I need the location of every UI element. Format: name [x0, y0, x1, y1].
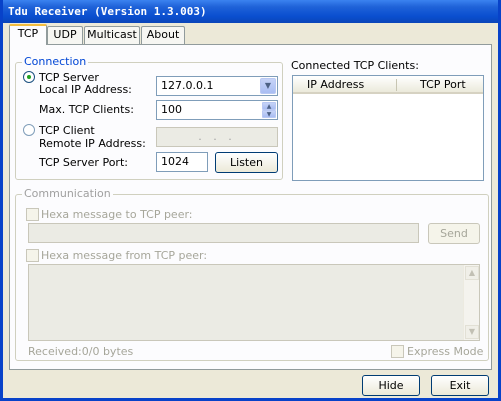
hexa-to-checkbox[interactable] [26, 208, 39, 221]
max-clients-value: 100 [161, 103, 182, 116]
express-mode-checkbox[interactable] [391, 345, 404, 358]
hexa-from-label: Hexa message from TCP peer: [41, 249, 208, 262]
server-port-label: TCP Server Port: [39, 156, 128, 169]
received-bytes-status: Received:0/0 bytes [28, 345, 134, 358]
column-separator[interactable] [396, 79, 397, 91]
column-ip-address[interactable]: IP Address [307, 78, 364, 92]
main-window: Tdu Receiver (Version 1.3.003) TCP UDP M… [0, 0, 501, 401]
local-ip-value: 127.0.0.1 [161, 79, 214, 92]
tcp-panel: Connection TCP Server Local IP Address: … [9, 44, 492, 370]
radio-selected-dot [27, 75, 31, 79]
local-ip-combo[interactable]: 127.0.0.1 ▼ [156, 76, 278, 96]
tcp-client-radio[interactable] [23, 124, 35, 136]
spin-up-icon[interactable]: ▲ [262, 102, 276, 110]
tab-tcp[interactable]: TCP [9, 24, 47, 45]
server-port-field[interactable]: 1024 [156, 152, 208, 172]
tab-about[interactable]: About [141, 26, 185, 44]
tab-multicast[interactable]: Multicast [84, 26, 140, 44]
clients-list-header: IP Address TCP Port [293, 76, 483, 94]
scroll-down-icon[interactable]: ▼ [465, 325, 479, 339]
express-mode-label: Express Mode [407, 345, 484, 358]
listen-button[interactable]: Listen [215, 152, 278, 173]
tcp-client-label: TCP Client [39, 124, 95, 137]
clients-list[interactable]: IP Address TCP Port [292, 75, 484, 181]
received-messages-area[interactable]: ▲ ▼ [28, 264, 480, 341]
spin-down-icon[interactable]: ▼ [262, 110, 276, 118]
remote-ip-field[interactable]: . . . [156, 127, 278, 147]
title-bar[interactable]: Tdu Receiver (Version 1.3.003) [3, 0, 498, 23]
window-title: Tdu Receiver (Version 1.3.003) [8, 5, 207, 18]
local-ip-label: Local IP Address: [39, 83, 132, 96]
max-clients-label: Max. TCP Clients: [39, 103, 134, 116]
clients-title: Connected TCP Clients: [291, 59, 419, 72]
column-tcp-port[interactable]: TCP Port [420, 78, 466, 92]
remote-ip-label: Remote IP Address: [39, 137, 146, 150]
chevron-down-icon[interactable]: ▼ [260, 78, 276, 94]
send-button[interactable]: Send [428, 223, 480, 244]
hexa-from-checkbox[interactable] [26, 249, 39, 262]
hide-button[interactable]: Hide [362, 375, 420, 396]
hexa-to-label: Hexa message to TCP peer: [41, 208, 193, 221]
exit-button[interactable]: Exit [431, 375, 489, 396]
max-clients-spinner[interactable]: 100 ▲ ▼ [156, 100, 278, 120]
vertical-scrollbar[interactable]: ▲ ▼ [463, 265, 479, 340]
scroll-up-icon[interactable]: ▲ [465, 266, 479, 280]
connection-legend: Connection [22, 55, 89, 69]
communication-legend: Communication [22, 187, 113, 201]
tab-udp[interactable]: UDP [47, 26, 83, 44]
tcp-server-radio[interactable] [23, 71, 35, 83]
send-message-input[interactable] [28, 223, 419, 243]
